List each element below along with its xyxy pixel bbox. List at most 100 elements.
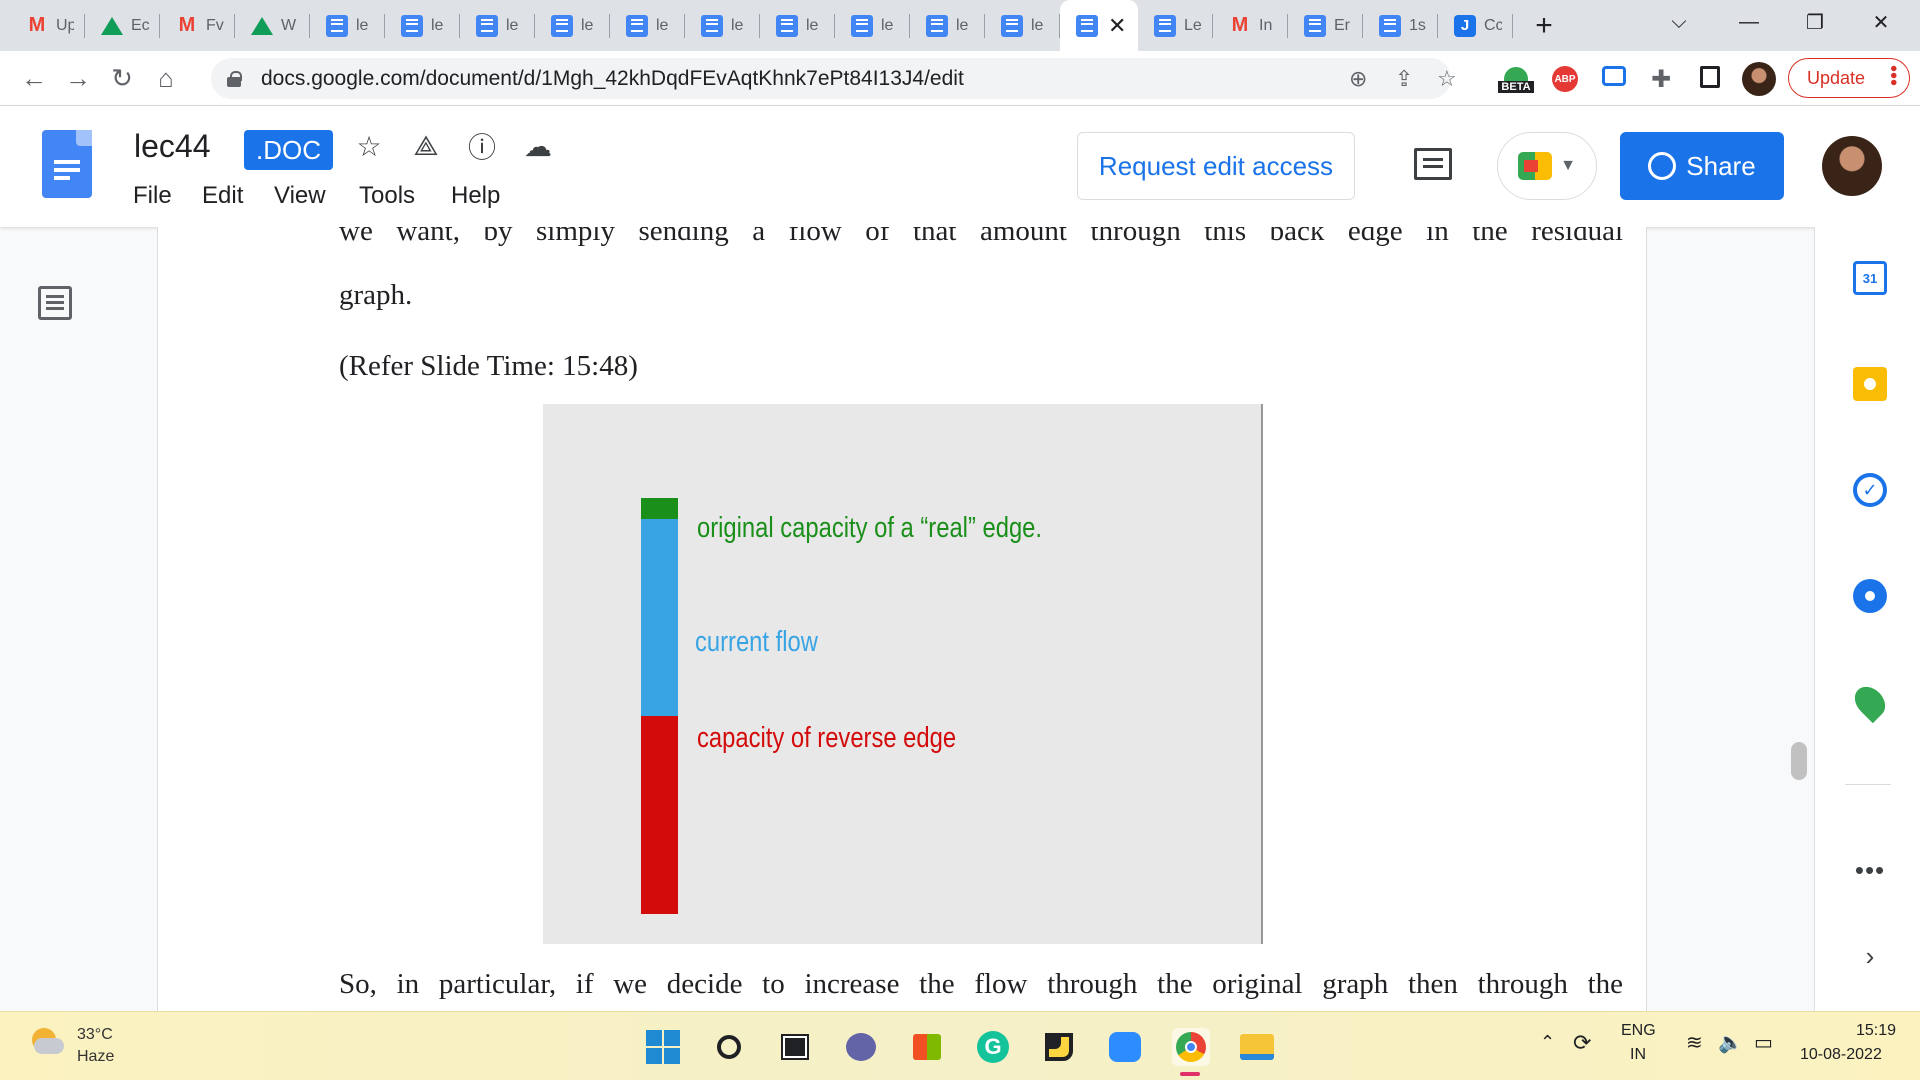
document-outline-icon[interactable]	[38, 286, 72, 320]
browser-tab[interactable]: le	[760, 0, 835, 51]
browser-tab[interactable]: Le	[1138, 0, 1213, 51]
browser-toolbar: ← → ↻ ⌂ docs.google.com/document/d/1Mgh_…	[0, 51, 1920, 106]
zoom-icon[interactable]: ⊕	[1349, 66, 1367, 92]
screen-capture-icon[interactable]	[1602, 66, 1626, 86]
browser-tab[interactable]: le	[385, 0, 460, 51]
comment-history-icon[interactable]	[1414, 148, 1452, 180]
browser-tab[interactable]: le	[310, 0, 385, 51]
tasks-icon[interactable]: ✓	[1853, 473, 1887, 507]
zoom-app-icon[interactable]	[1106, 1028, 1144, 1066]
forward-icon[interactable]: →	[58, 58, 98, 98]
calendar-icon[interactable]: 31	[1853, 261, 1887, 295]
browser-tab[interactable]: Er	[1288, 0, 1363, 51]
browser-tab[interactable]: ✕	[1060, 0, 1138, 51]
browser-tab[interactable]: le	[535, 0, 610, 51]
reload-icon[interactable]: ↻	[102, 58, 142, 98]
share-label: Share	[1686, 150, 1756, 181]
volume-icon[interactable]: 🔈	[1718, 1030, 1743, 1055]
region-code[interactable]: IN	[1630, 1046, 1646, 1064]
paragraph-top: we want, by simply sending a flow of tha…	[339, 227, 1623, 247]
sticky-notes-icon[interactable]	[1040, 1028, 1078, 1066]
back-icon[interactable]: ←	[14, 58, 54, 98]
browser-tab[interactable]: le	[610, 0, 685, 51]
menu-dots-icon[interactable]: •••	[1882, 65, 1904, 86]
browser-tab[interactable]: 1s	[1363, 0, 1438, 51]
browser-tab[interactable]: M Up	[10, 0, 85, 51]
contacts-icon[interactable]	[1853, 579, 1887, 613]
maps-icon[interactable]	[1848, 680, 1892, 724]
meet-button[interactable]: ▼	[1497, 132, 1597, 200]
tab-search-icon[interactable]: ⌵	[1646, 0, 1712, 44]
profile-avatar[interactable]	[1742, 62, 1776, 96]
label-reverse-capacity: capacity of reverse edge	[697, 722, 957, 754]
share-page-icon[interactable]: ⇪	[1395, 66, 1413, 92]
store-icon[interactable]	[908, 1028, 946, 1066]
cloud-status-icon[interactable]: ☁	[520, 128, 556, 164]
restore-button[interactable]: ❐	[1782, 0, 1848, 44]
browser-tab[interactable]: M In	[1213, 0, 1288, 51]
star-icon[interactable]: ☆	[351, 128, 387, 164]
share-button[interactable]: Share	[1620, 132, 1784, 200]
grammarly-icon[interactable]: G	[974, 1028, 1012, 1066]
document-page[interactable]: we want, by simply sending a flow of tha…	[157, 227, 1647, 1011]
close-tab-icon[interactable]: ✕	[1108, 13, 1126, 39]
weather-temperature[interactable]: 33°C	[77, 1026, 113, 1044]
request-edit-access-button[interactable]: Request edit access	[1077, 132, 1355, 200]
browser-tab[interactable]: J Cc	[1438, 0, 1513, 51]
weather-icon[interactable]	[30, 1028, 64, 1056]
language-code[interactable]: ENG	[1621, 1022, 1656, 1040]
update-button[interactable]: Update •••	[1788, 58, 1910, 98]
start-icon[interactable]	[644, 1028, 682, 1066]
more-addons-icon[interactable]: •••	[1853, 853, 1887, 887]
menu-view[interactable]: View	[274, 182, 326, 210]
browser-tab[interactable]: le	[910, 0, 985, 51]
file-explorer-icon[interactable]	[1238, 1028, 1276, 1066]
task-view-icon[interactable]	[776, 1028, 814, 1066]
wifi-icon[interactable]: ≋	[1686, 1030, 1703, 1055]
tab-label: le	[656, 16, 669, 34]
clock-time[interactable]: 15:19	[1856, 1022, 1896, 1040]
sync-icon[interactable]: ⟳	[1573, 1030, 1591, 1056]
adblock-icon[interactable]: ABP	[1552, 66, 1578, 92]
account-avatar[interactable]	[1822, 136, 1882, 196]
menu-tools[interactable]: Tools	[359, 182, 415, 210]
home-icon[interactable]: ⌂	[146, 58, 186, 98]
slide-image: original capacity of a “real” edge. curr…	[543, 404, 1263, 944]
logo-line	[54, 176, 70, 180]
battery-icon[interactable]: ▭	[1754, 1030, 1773, 1055]
browser-tab[interactable]: le	[985, 0, 1060, 51]
clock-date[interactable]: 10-08-2022	[1800, 1046, 1882, 1064]
teams-chat-icon[interactable]	[842, 1028, 880, 1066]
document-title[interactable]: lec44	[134, 128, 211, 165]
extensions-puzzle-icon[interactable]: ✚	[1648, 66, 1674, 93]
bookmark-star-icon[interactable]: ☆	[1437, 66, 1457, 92]
beta-extension-icon[interactable]: BETA	[1496, 62, 1536, 98]
browser-tab[interactable]: W	[235, 0, 310, 51]
tab-label: le	[506, 16, 519, 34]
move-to-drive-icon[interactable]: ⟁	[408, 128, 444, 164]
tray-overflow-icon[interactable]: ⌃	[1540, 1032, 1555, 1053]
menu-edit[interactable]: Edit	[202, 182, 243, 210]
side-panel-icon[interactable]	[1700, 66, 1720, 88]
search-icon[interactable]	[710, 1028, 748, 1066]
browser-tab[interactable]: le	[685, 0, 760, 51]
keep-icon[interactable]	[1853, 367, 1887, 401]
menu-help[interactable]: Help	[451, 182, 500, 210]
browser-tab[interactable]: Ec	[85, 0, 160, 51]
weather-condition[interactable]: Haze	[77, 1048, 114, 1066]
info-icon[interactable]: ⓘ	[464, 128, 500, 164]
logo-line	[54, 160, 80, 164]
new-tab-button[interactable]: +	[1521, 9, 1567, 43]
minimize-button[interactable]: —	[1716, 0, 1782, 44]
menu-file[interactable]: File	[133, 182, 172, 210]
chrome-icon[interactable]	[1172, 1028, 1210, 1066]
browser-tab[interactable]: le	[835, 0, 910, 51]
close-window-button[interactable]: ✕	[1848, 0, 1914, 44]
browser-tab[interactable]: M Fv	[160, 0, 235, 51]
docs-logo-icon[interactable]	[42, 130, 92, 198]
address-bar[interactable]: docs.google.com/document/d/1Mgh_42khDqdF…	[211, 58, 1457, 99]
scrollbar-thumb[interactable]	[1791, 742, 1807, 780]
collapse-panel-icon[interactable]: ›	[1853, 939, 1887, 973]
browser-tab[interactable]: le	[460, 0, 535, 51]
lock-icon[interactable]	[227, 70, 242, 87]
